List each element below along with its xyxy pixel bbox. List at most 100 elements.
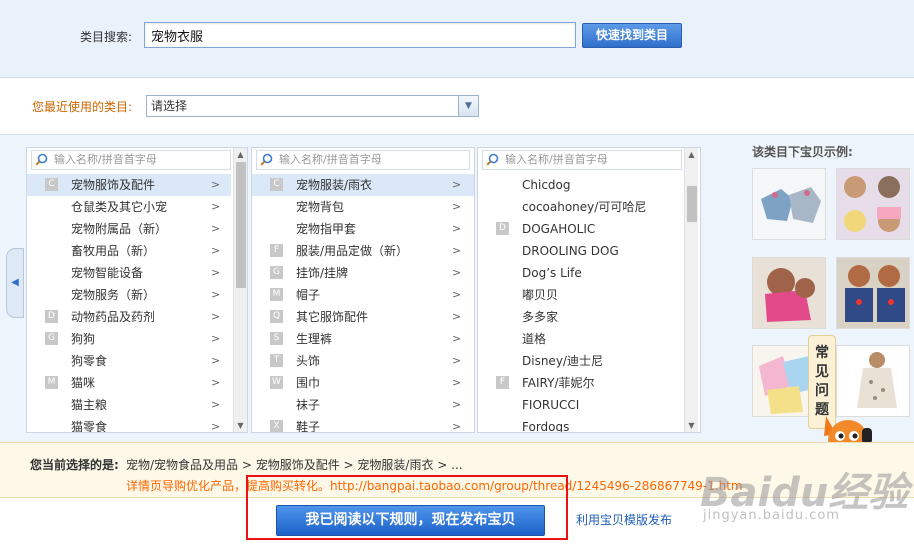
chevron-right-icon: > <box>211 288 221 301</box>
search-label: 类目搜索: <box>80 30 133 44</box>
chevron-right-icon: > <box>211 332 221 345</box>
category-list-item[interactable]: 宠物背包 > <box>252 196 474 218</box>
chevron-right-icon: > <box>452 310 462 323</box>
category-column-3: 输入名称/拼音首字母 Chicdog cocoahoney/可可哈尼 D DOGAHO… <box>477 147 701 433</box>
category-label: 帽子 <box>296 288 321 302</box>
category-list-item[interactable]: cocoahoney/可可哈尼 <box>478 196 682 218</box>
category-list-item[interactable]: D DOGAHOLIC <box>478 218 682 240</box>
column-3-scrollbar[interactable]: ▲ ▼ <box>684 148 698 432</box>
chevron-right-icon: > <box>211 420 221 433</box>
category-list-item[interactable]: 狗零食 > <box>27 350 231 372</box>
category-list-item[interactable]: G 狗狗 > <box>27 328 231 350</box>
category-list-item[interactable]: 嘟贝贝 <box>478 284 682 306</box>
category-list-item[interactable]: C 宠物服饰及配件 > <box>27 174 231 196</box>
category-label: 宠物附属品（新） <box>71 222 168 236</box>
category-list-item[interactable]: T 头饰 > <box>252 350 474 372</box>
column-3-filter-input[interactable]: 输入名称/拼音首字母 <box>482 150 682 170</box>
scroll-down-icon[interactable]: ▼ <box>685 419 698 432</box>
category-list-item[interactable]: 袜子 > <box>252 394 474 416</box>
template-publish-link[interactable]: 利用宝贝模版发布 <box>576 511 672 528</box>
category-list-item[interactable]: F FAIRY/菲妮尔 <box>478 372 682 394</box>
category-label: 挂饰/挂牌 <box>296 266 349 280</box>
index-letter: F <box>496 376 509 389</box>
category-list-item[interactable]: 道格 <box>478 328 682 350</box>
category-list-item[interactable]: 畜牧用品（新） > <box>27 240 231 262</box>
scroll-up-icon[interactable]: ▲ <box>685 148 698 161</box>
category-list-item[interactable]: Dog’s Life <box>478 262 682 284</box>
category-list-item[interactable]: G 挂饰/挂牌 > <box>252 262 474 284</box>
category-list-item[interactable]: 宠物指甲套 > <box>252 218 474 240</box>
category-list-item[interactable]: C 宠物服装/雨衣 > <box>252 174 474 196</box>
index-letter: C <box>45 178 58 191</box>
recent-category-select[interactable]: 请选择 ▼ <box>146 95 479 117</box>
category-list-item[interactable]: 宠物附属品（新） > <box>27 218 231 240</box>
scroll-thumb[interactable] <box>687 186 697 222</box>
chevron-right-icon: > <box>211 376 221 389</box>
category-search-input[interactable] <box>144 22 576 48</box>
category-label: 头饰 <box>296 354 321 368</box>
category-label: 袜子 <box>296 398 321 412</box>
index-letter: X <box>270 420 283 432</box>
column-2-filter-input[interactable]: 输入名称/拼音首字母 <box>256 150 470 170</box>
index-letter: C <box>270 178 283 191</box>
category-list-item[interactable]: DROOLING DOG <box>478 240 682 262</box>
filter-placeholder: 输入名称/拼音首字母 <box>54 153 157 166</box>
category-list-item[interactable]: FIORUCCI <box>478 394 682 416</box>
scroll-down-icon[interactable]: ▼ <box>234 419 247 432</box>
filter-placeholder: 输入名称/拼音首字母 <box>279 153 382 166</box>
chevron-right-icon: > <box>452 200 462 213</box>
index-letter: W <box>270 376 283 389</box>
category-list-item[interactable]: 猫零食 > <box>27 416 231 433</box>
category-list-item[interactable]: S 生理裤 > <box>252 328 474 350</box>
publish-item-button[interactable]: 我已阅读以下规则，现在发布宝贝 <box>276 505 545 536</box>
category-list-item[interactable]: Q 其它服饰配件 > <box>252 306 474 328</box>
watermark-url: jingyan.baidu.com <box>703 508 840 523</box>
category-label: 畜牧用品（新） <box>71 244 156 258</box>
category-label: 多多家 <box>522 310 559 324</box>
chevron-right-icon: > <box>452 178 462 191</box>
scroll-thumb[interactable] <box>236 162 246 288</box>
column-1-filter-input[interactable]: 输入名称/拼音首字母 <box>31 150 231 170</box>
category-list-item[interactable]: Disney/迪士尼 <box>478 350 682 372</box>
category-label: 猫零食 <box>71 420 108 433</box>
scroll-left-arrow-icon[interactable]: ◀ <box>6 248 24 318</box>
chevron-right-icon: > <box>211 266 221 279</box>
index-letter: T <box>270 354 283 367</box>
example-image[interactable] <box>752 168 826 240</box>
category-list-item[interactable]: 猫主粮 > <box>27 394 231 416</box>
chevron-down-icon[interactable]: ▼ <box>458 96 478 116</box>
category-list-item[interactable]: M 帽子 > <box>252 284 474 306</box>
category-list-item[interactable]: W 围巾 > <box>252 372 474 394</box>
category-list-item[interactable]: Fordogs <box>478 416 682 432</box>
category-label: 道格 <box>522 332 547 346</box>
category-label: 狗狗 <box>71 332 96 346</box>
example-image[interactable] <box>752 257 826 329</box>
category-label: Dog’s Life <box>522 266 582 280</box>
index-letter: D <box>496 222 509 235</box>
category-list-item[interactable]: X 鞋子 > <box>252 416 474 432</box>
example-image[interactable] <box>836 257 910 329</box>
category-list-item[interactable]: 多多家 <box>478 306 682 328</box>
category-label: Chicdog <box>522 178 571 192</box>
index-letter: M <box>45 376 58 389</box>
scroll-up-icon[interactable]: ▲ <box>234 148 247 161</box>
quick-find-button[interactable]: 快速找到类目 <box>582 23 682 48</box>
example-image[interactable] <box>836 168 910 240</box>
column-1-scrollbar[interactable]: ▲ ▼ <box>233 148 247 432</box>
category-label: FAIRY/菲妮尔 <box>522 376 595 390</box>
category-list-item[interactable]: 宠物服务（新） > <box>27 284 231 306</box>
category-label: 生理裤 <box>296 332 333 346</box>
category-list-item[interactable]: 宠物智能设备 > <box>27 262 231 284</box>
category-list-item[interactable]: F 服装/用品定做（新） > <box>252 240 474 262</box>
category-list-item[interactable]: Chicdog <box>478 174 682 196</box>
search-icon <box>486 153 499 166</box>
category-label: 其它服饰配件 <box>296 310 369 324</box>
category-list-item[interactable]: 仓鼠类及其它小宠 > <box>27 196 231 218</box>
chevron-right-icon: > <box>452 288 462 301</box>
index-letter: Q <box>270 310 283 323</box>
category-list-item[interactable]: D 动物药品及药剂 > <box>27 306 231 328</box>
category-breadcrumb: 宠物/宠物食品及用品 > 宠物服饰及配件 > 宠物服装/雨衣 > ... <box>126 458 463 472</box>
category-label: Disney/迪士尼 <box>522 354 603 368</box>
chevron-right-icon: > <box>211 354 221 367</box>
category-list-item[interactable]: M 猫咪 > <box>27 372 231 394</box>
